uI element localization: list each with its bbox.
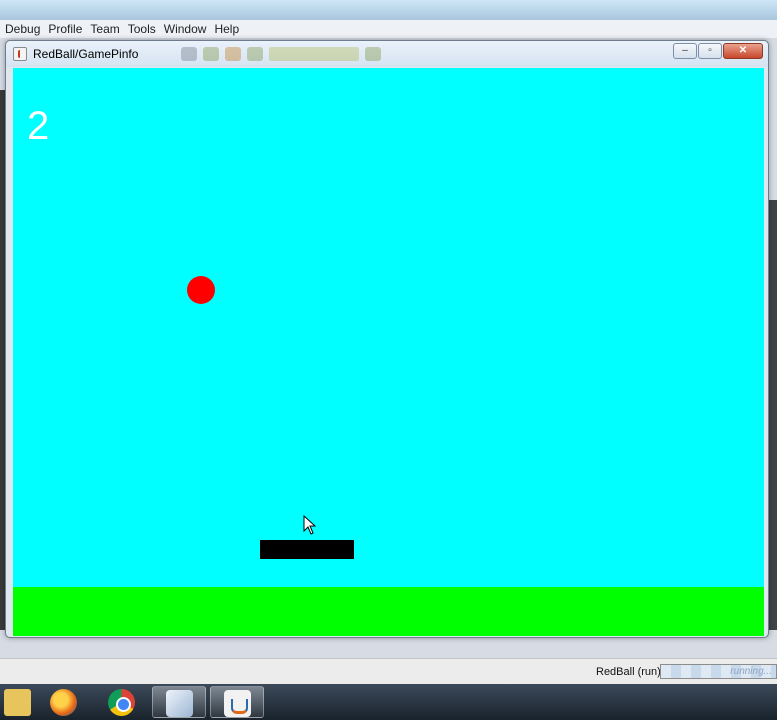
background-toolbar-reflection — [181, 45, 521, 63]
game-canvas[interactable]: 2 — [13, 68, 764, 636]
toolbar-ghost-icon — [181, 47, 197, 61]
minimize-button[interactable]: – — [673, 43, 697, 59]
taskbar-firefox[interactable] — [37, 686, 91, 718]
folder-icon — [4, 689, 31, 716]
ide-side-panel-right — [769, 200, 777, 630]
taskbar-java-app[interactable] — [210, 686, 264, 718]
toolbar-ghost-icon — [247, 47, 263, 61]
ide-title-strip — [0, 0, 777, 20]
java-app-icon — [13, 47, 27, 61]
taskbar-virtualbox[interactable] — [152, 686, 206, 718]
ide-menubar: Debug Profile Team Tools Window Help — [0, 20, 777, 38]
menu-team[interactable]: Team — [90, 22, 119, 36]
chrome-icon — [108, 689, 135, 716]
virtualbox-icon — [166, 690, 193, 717]
taskbar — [0, 684, 777, 720]
red-ball — [187, 276, 215, 304]
mouse-cursor-icon — [303, 515, 317, 535]
ide-statusbar: RedBall (run) running... — [0, 658, 777, 684]
toolbar-ghost-icon — [365, 47, 381, 61]
run-progress-bar: running... — [660, 664, 777, 679]
maximize-button[interactable]: ▫ — [698, 43, 722, 59]
taskbar-explorer[interactable] — [0, 686, 40, 718]
run-task-label[interactable]: RedBall (run) — [596, 666, 661, 678]
menu-window[interactable]: Window — [164, 22, 207, 36]
menu-profile[interactable]: Profile — [48, 22, 82, 36]
progress-text: running... — [730, 666, 772, 677]
menu-tools[interactable]: Tools — [128, 22, 156, 36]
toolbar-ghost-icon — [225, 47, 241, 61]
taskbar-chrome[interactable] — [95, 686, 149, 718]
java-icon — [224, 690, 251, 717]
window-title: RedBall/GamePinfo — [33, 47, 139, 61]
game-window: RedBall/GamePinfo – ▫ ✕ 2 — [5, 40, 769, 638]
close-button[interactable]: ✕ — [723, 43, 763, 59]
score-display: 2 — [27, 104, 50, 148]
menu-help[interactable]: Help — [214, 22, 239, 36]
toolbar-ghost-combo — [269, 47, 359, 61]
toolbar-ghost-icon — [203, 47, 219, 61]
ground — [13, 587, 764, 636]
menu-debug[interactable]: Debug — [5, 22, 40, 36]
window-titlebar[interactable]: RedBall/GamePinfo – ▫ ✕ — [6, 41, 768, 67]
firefox-icon — [50, 689, 77, 716]
paddle[interactable] — [260, 540, 354, 559]
